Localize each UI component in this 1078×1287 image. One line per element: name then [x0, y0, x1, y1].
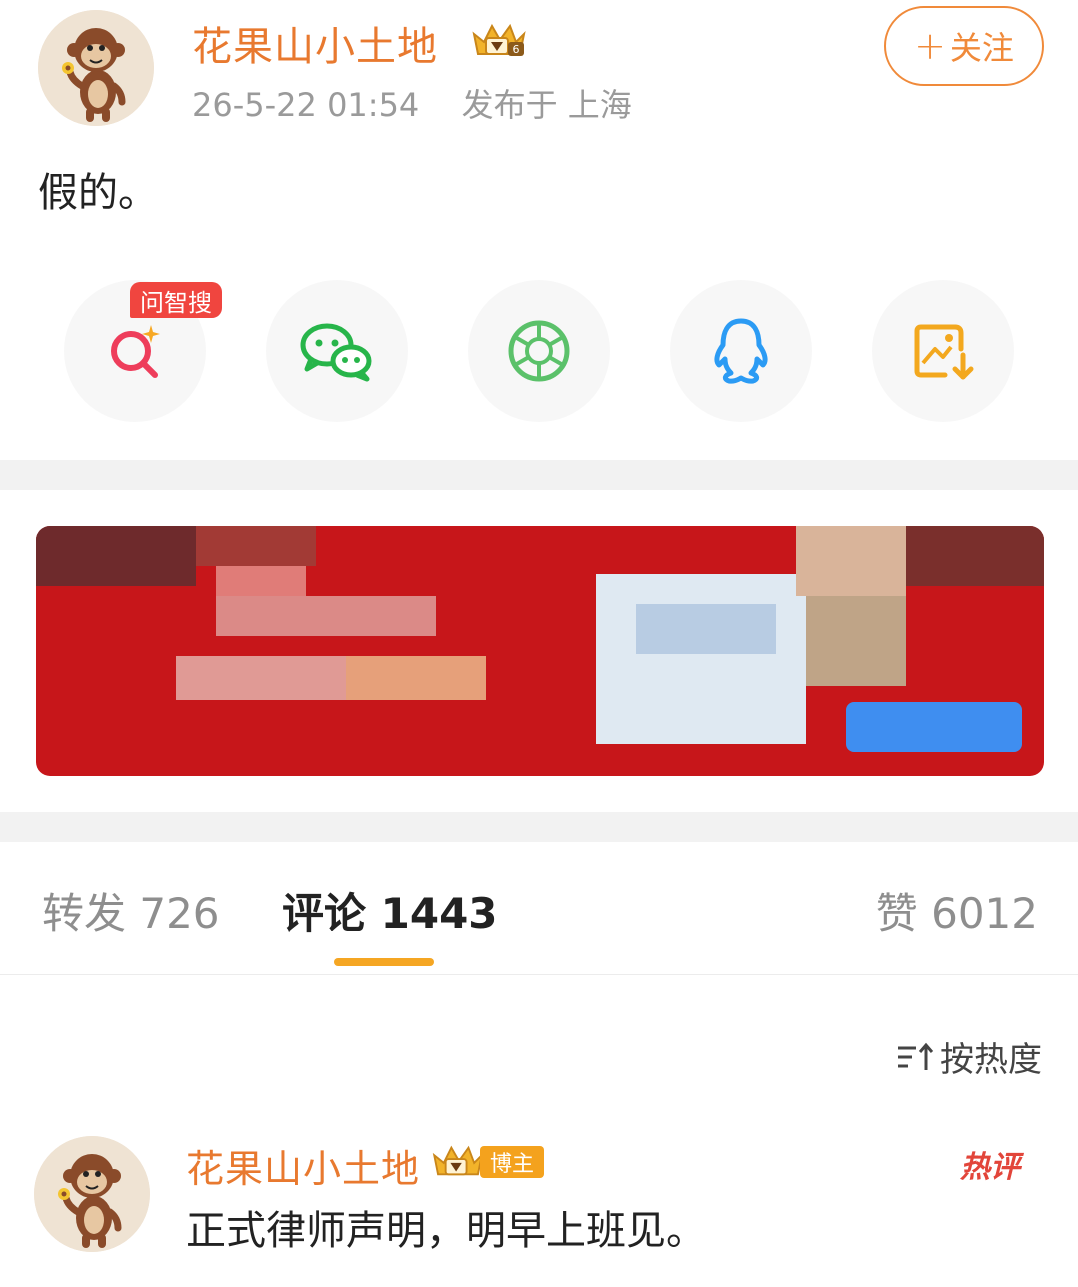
tab-reposts[interactable]: 转发 726	[42, 880, 220, 941]
ad-mosaic-block	[796, 526, 906, 596]
comment-author-avatar[interactable]	[34, 1136, 150, 1252]
share-moments-button[interactable]	[468, 280, 610, 422]
sort-by-hot-button[interactable]: 按热度	[896, 1032, 1042, 1081]
post-body-text: 假的。	[38, 170, 158, 216]
post-timestamp: 26-5-22 01:54	[192, 86, 420, 124]
ad-mosaic-block	[176, 656, 346, 700]
follow-button[interactable]: + 关注	[884, 6, 1044, 86]
ad-mosaic-block	[806, 596, 906, 686]
ad-mosaic-block	[216, 596, 436, 636]
svg-text:6: 6	[513, 43, 520, 56]
ad-mosaic-block	[216, 566, 306, 596]
active-tab-indicator	[334, 958, 434, 966]
crown-vip-icon	[432, 1145, 484, 1176]
monkey-avatar-icon	[38, 10, 154, 126]
tab-likes[interactable]: 赞 6012	[876, 880, 1038, 941]
ad-mosaic-block	[36, 526, 196, 586]
post-author-avatar[interactable]	[38, 10, 154, 126]
hot-comment-badge: 热评	[960, 1150, 1020, 1185]
share-qq-button[interactable]	[670, 280, 812, 422]
follow-button-label: 关注	[949, 29, 1014, 67]
share-wechat-button[interactable]	[266, 280, 408, 422]
wechat-moments-icon	[508, 320, 570, 382]
ad-mosaic-block	[636, 604, 776, 654]
tab-comments[interactable]: 评论 1443	[282, 880, 498, 941]
ad-mosaic-block	[346, 656, 486, 700]
crown-vip-icon: 6	[472, 23, 526, 56]
ad-mosaic-block	[596, 574, 806, 744]
monkey-avatar-icon	[34, 1136, 150, 1252]
post-meta: 26-5-22 01:54 发布于 上海	[192, 80, 632, 126]
comment-body-text: 正式律师声明，明早上班见。	[186, 1208, 706, 1254]
comment-author-name[interactable]: 花果山小土地	[186, 1138, 420, 1193]
advertisement-banner[interactable]	[36, 526, 1044, 776]
wechat-icon	[300, 323, 372, 382]
post-location: 发布于 上海	[461, 86, 632, 124]
qq-penguin-icon	[714, 318, 768, 384]
blogger-badge: 博主	[480, 1146, 545, 1178]
plus-icon: +	[914, 24, 946, 68]
sort-icon	[898, 1042, 934, 1070]
section-separator	[0, 460, 1078, 490]
ai-search-tag: 问智搜	[130, 282, 222, 318]
ad-mosaic-block	[846, 702, 1022, 752]
share-save-image-button[interactable]	[872, 280, 1014, 422]
sort-label: 按热度	[940, 1040, 1042, 1080]
image-download-icon	[914, 324, 974, 380]
ad-mosaic-block	[906, 526, 1044, 586]
tab-divider	[0, 974, 1078, 975]
section-separator	[0, 812, 1078, 842]
ad-mosaic-block	[196, 526, 316, 566]
post-author-name[interactable]: 花果山小土地	[192, 14, 438, 72]
sparkle-search-icon	[111, 325, 160, 378]
